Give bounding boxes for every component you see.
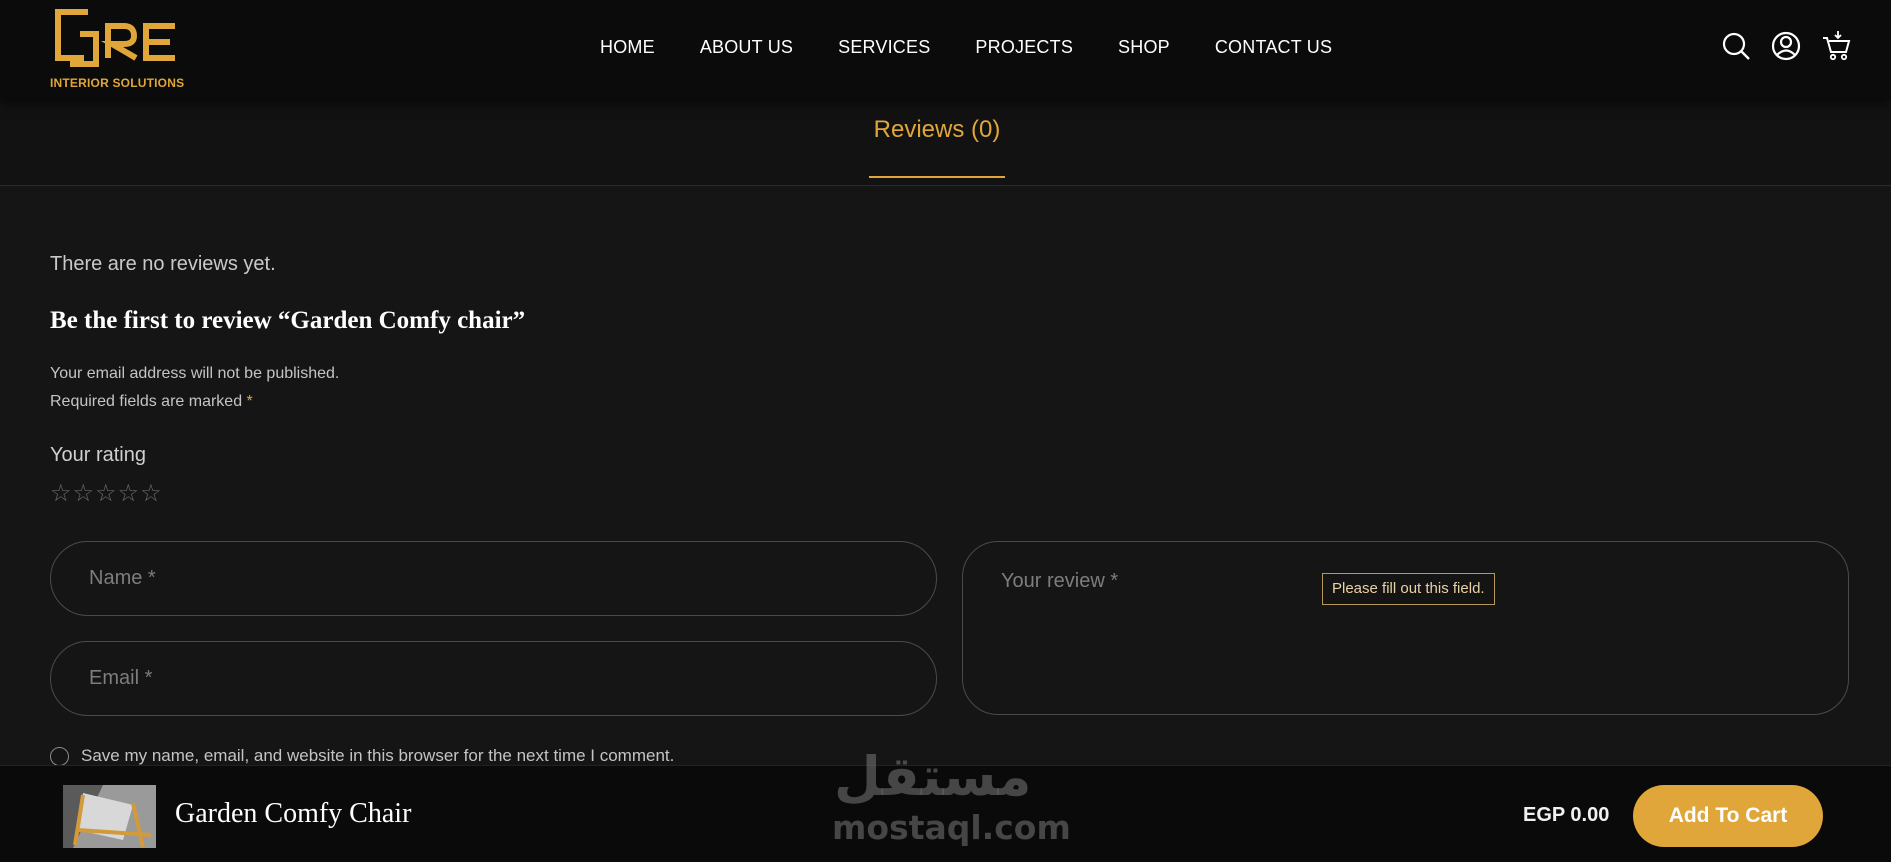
add-to-cart-button[interactable]: Add To Cart <box>1633 785 1823 847</box>
search-icon[interactable] <box>1721 30 1751 62</box>
sticky-cart-bar: Garden Comfy Chair EGP 0.00 Add To Cart <box>0 765 1891 862</box>
cart-icon[interactable] <box>1821 30 1851 62</box>
required-star: * <box>246 393 253 410</box>
product-tabs: Reviews (0) <box>0 98 1891 186</box>
save-info-checkbox[interactable] <box>50 746 69 766</box>
main-nav: HOME ABOUT US SERVICES PROJECTS SHOP CON… <box>600 37 1377 58</box>
site-logo[interactable]: INTERIOR SOLUTIONS <box>50 6 184 90</box>
star-icon-4[interactable]: ☆ <box>118 482 140 506</box>
nav-contact-us[interactable]: CONTACT US <box>1215 37 1332 58</box>
required-note: Required fields are marked * <box>50 393 253 411</box>
star-icon-2[interactable]: ☆ <box>73 482 95 506</box>
save-info-label: Save my name, email, and website in this… <box>81 746 675 765</box>
sticky-price: EGP 0.00 <box>1523 804 1610 826</box>
email-input[interactable] <box>50 641 937 716</box>
star-icon-5[interactable]: ☆ <box>140 482 162 506</box>
user-icon[interactable] <box>1771 30 1801 62</box>
star-rating: ☆ ☆ ☆ ☆ ☆ <box>50 482 162 506</box>
save-info-row: Save my name, email, and website in this… <box>50 746 674 766</box>
validation-tooltip: Please fill out this field. <box>1322 573 1495 605</box>
email-note: Your email address will not be published… <box>50 365 340 382</box>
review-form-title: Be the first to review “Garden Comfy cha… <box>50 307 526 334</box>
nav-home[interactable]: HOME <box>600 37 655 58</box>
site-header: INTERIOR SOLUTIONS HOME ABOUT US SERVICE… <box>0 0 1891 98</box>
product-thumbnail <box>63 785 156 848</box>
name-input[interactable] <box>50 541 937 616</box>
star-icon-3[interactable]: ☆ <box>95 482 117 506</box>
logo-mark-icon <box>55 9 175 67</box>
nav-about-us[interactable]: ABOUT US <box>700 37 793 58</box>
nav-projects[interactable]: PROJECTS <box>975 37 1073 58</box>
no-reviews-text: There are no reviews yet. <box>50 253 276 275</box>
sticky-product-name: Garden Comfy Chair <box>175 798 412 829</box>
star-icon-1[interactable]: ☆ <box>50 482 72 506</box>
chair-image-icon <box>63 785 156 848</box>
required-note-text: Required fields are marked <box>50 393 247 410</box>
review-textarea[interactable] <box>962 541 1849 715</box>
rating-label: Your rating <box>50 444 146 466</box>
tab-reviews[interactable]: Reviews (0) <box>869 116 1005 178</box>
logo-tagline: INTERIOR SOLUTIONS <box>50 76 185 90</box>
header-icons <box>1721 30 1851 62</box>
nav-services[interactable]: SERVICES <box>838 37 930 58</box>
nav-shop[interactable]: SHOP <box>1118 37 1170 58</box>
